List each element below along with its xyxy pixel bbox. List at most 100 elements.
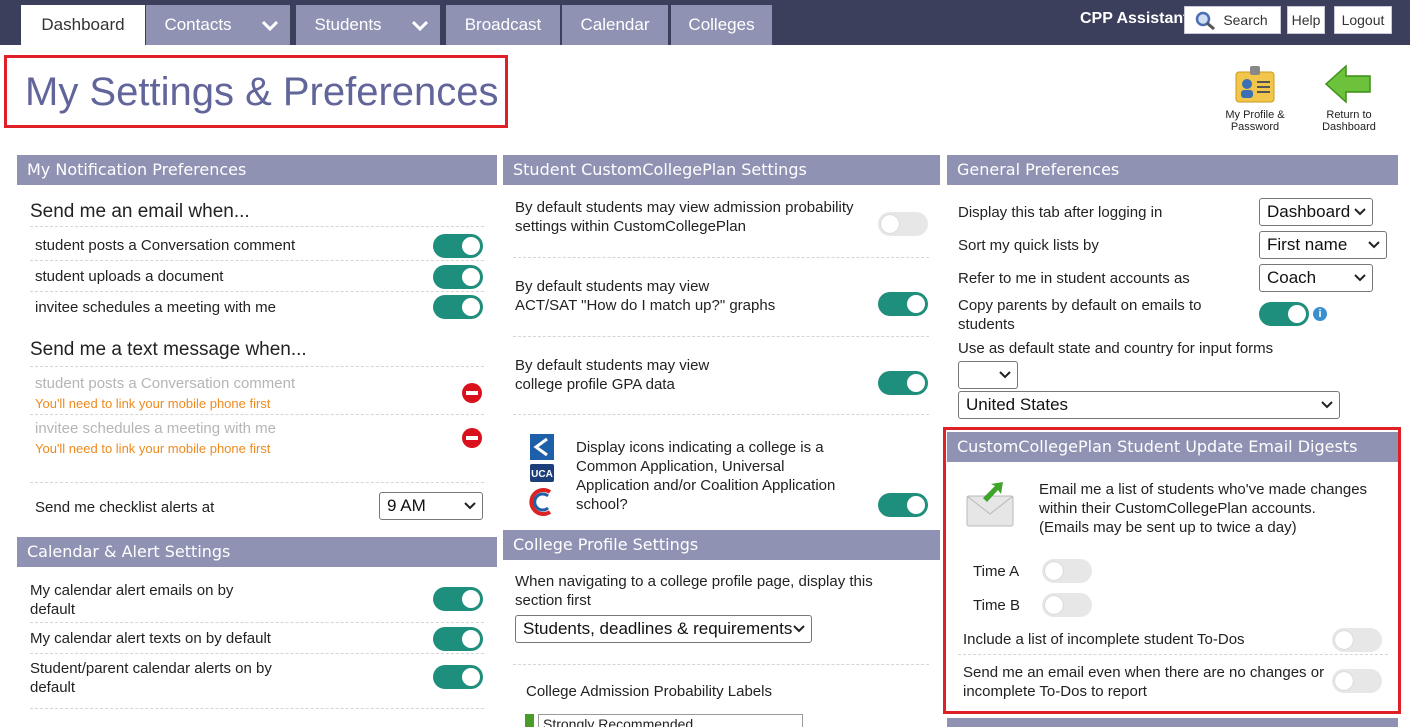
tab-broadcast[interactable]: Broadcast (446, 5, 560, 45)
general-row-label: Refer to me in student accounts as (958, 270, 1190, 287)
logout-button[interactable]: Logout (1334, 6, 1392, 34)
title-highlight: My Settings & Preferences (4, 55, 508, 128)
chevron-down-icon (412, 21, 428, 31)
college-profile-label: section first (515, 592, 591, 609)
college-profile-section-select[interactable]: Students, deadlines & requirements (515, 615, 812, 643)
search-button[interactable]: Search (1184, 6, 1281, 34)
calendar-item-label: default (30, 679, 76, 696)
email-conversation-toggle[interactable] (433, 234, 483, 258)
ccp-item-label: By default students may view (515, 357, 710, 374)
include-todos-toggle[interactable] (1332, 628, 1382, 652)
email-meeting-toggle[interactable] (433, 295, 483, 319)
checklist-time-value: 9 AM (387, 496, 426, 515)
info-icon[interactable]: i (1313, 307, 1327, 321)
search-icon (1195, 11, 1215, 31)
copy-parents-label: students (958, 316, 1015, 333)
disabled-icon (462, 428, 482, 448)
ccp-item-label: ACT/SAT "How do I match up?" graphs (515, 297, 776, 314)
contacts-dropdown-button[interactable] (250, 5, 290, 45)
icons-text: school? (576, 496, 628, 513)
calendar-item-label: default (30, 601, 76, 618)
calendar-item-label: My calendar alert emails on by (30, 582, 234, 599)
assistant-label: CPP Assistant (1080, 10, 1189, 27)
divider (30, 708, 484, 709)
probability-labels-heading: College Admission Probability Labels (526, 683, 772, 700)
refer-to-me-select[interactable]: Coach (1259, 264, 1373, 292)
tab-calendar[interactable]: Calendar (562, 5, 668, 45)
email-item-label: student posts a Conversation comment (35, 237, 296, 254)
next-panel-header (947, 718, 1398, 727)
default-country-select[interactable]: United States (958, 391, 1340, 419)
top-nav: Dashboard Contacts Students Broadcast Ca… (0, 0, 1410, 45)
email-document-toggle[interactable] (433, 265, 483, 289)
sort-quick-lists-select[interactable]: First name (1259, 231, 1387, 259)
calendar-item-label: My calendar alert texts on by default (30, 630, 271, 647)
divider (30, 291, 484, 292)
tab-students[interactable]: Students (296, 5, 400, 45)
send-no-changes-toggle[interactable] (1332, 669, 1382, 693)
profile-card-icon (1235, 66, 1275, 103)
tab-dashboard[interactable]: Dashboard (21, 5, 145, 45)
email-envelope-icon (966, 482, 1014, 527)
act-sat-graphs-toggle[interactable] (878, 292, 928, 316)
tab-contacts[interactable]: Contacts (146, 5, 250, 45)
calendar-text-toggle[interactable] (433, 627, 483, 651)
help-button[interactable]: Help (1287, 6, 1325, 34)
checklist-time-select[interactable]: 9 AM (379, 492, 483, 520)
application-logos: UCA (529, 434, 554, 516)
no-changes-label: incomplete To-Dos to report (963, 683, 1147, 700)
chevron-down-icon (1321, 401, 1333, 409)
time-a-label: Time A (973, 563, 1020, 580)
time-a-toggle[interactable] (1042, 559, 1092, 583)
phone-link-warning: You'll need to link your mobile phone fi… (35, 396, 271, 411)
divider (30, 482, 484, 483)
phone-link-warning: You'll need to link your mobile phone fi… (35, 441, 271, 456)
chevron-down-icon (1354, 274, 1366, 282)
no-changes-label: Send me an email even when there are no … (963, 664, 1325, 681)
ccp-item-label: By default students may view (515, 278, 710, 295)
email-item-label: student uploads a document (35, 268, 224, 285)
notification-prefs-header: My Notification Preferences (17, 155, 497, 185)
ccp-item-label: college profile GPA data (515, 376, 675, 393)
college-profile-label: When navigating to a college profile pag… (515, 573, 873, 590)
default-tab-select[interactable]: Dashboard (1259, 198, 1373, 226)
divider (513, 664, 929, 665)
divider (30, 414, 484, 415)
uca-label: UCA (531, 469, 553, 480)
icons-text: Common Application, Universal (576, 458, 785, 475)
refer-to-me-value: Coach (1267, 268, 1317, 287)
my-profile-button[interactable]: My Profile & Password (1219, 64, 1291, 133)
default-state-select[interactable] (958, 361, 1018, 389)
application-icons-toggle[interactable] (878, 493, 928, 517)
ccp-item-label: settings within CustomCollegePlan (515, 218, 746, 235)
todo-label: Include a list of incomplete student To-… (963, 631, 1245, 648)
disabled-icon (462, 383, 482, 403)
chevron-down-icon (999, 371, 1011, 379)
general-row-label: Sort my quick lists by (958, 237, 1099, 254)
chevron-down-icon (1354, 208, 1366, 216)
general-prefs-header: General Preferences (947, 155, 1398, 185)
my-profile-label-1: My Profile & (1225, 109, 1285, 121)
time-b-label: Time B (973, 597, 1020, 614)
search-label: Search (1223, 12, 1268, 28)
student-parent-alerts-toggle[interactable] (433, 665, 483, 689)
return-dashboard-button[interactable]: Return to Dashboard (1314, 64, 1384, 133)
calendar-email-toggle[interactable] (433, 587, 483, 611)
time-b-toggle[interactable] (1042, 593, 1092, 617)
divider (513, 414, 929, 415)
admission-probability-toggle[interactable] (878, 212, 928, 236)
calendar-settings-header: Calendar & Alert Settings (17, 537, 497, 567)
students-dropdown-button[interactable] (400, 5, 440, 45)
general-row-label: Display this tab after logging in (958, 204, 1163, 221)
gpa-data-toggle[interactable] (878, 371, 928, 395)
copy-parents-toggle[interactable] (1259, 302, 1309, 326)
chevron-down-icon (262, 21, 278, 31)
email-item-label: invitee schedules a meeting with me (35, 299, 276, 316)
tab-colleges[interactable]: Colleges (671, 5, 772, 45)
default-state-label: Use as default state and country for inp… (958, 340, 1274, 357)
chevron-down-icon (793, 625, 805, 633)
text-item-label: student posts a Conversation comment (35, 375, 296, 392)
probability-label-input[interactable]: Strongly Recommended (538, 714, 803, 727)
probability-color-swatch (525, 714, 534, 727)
return-label-2: Dashboard (1322, 121, 1376, 133)
